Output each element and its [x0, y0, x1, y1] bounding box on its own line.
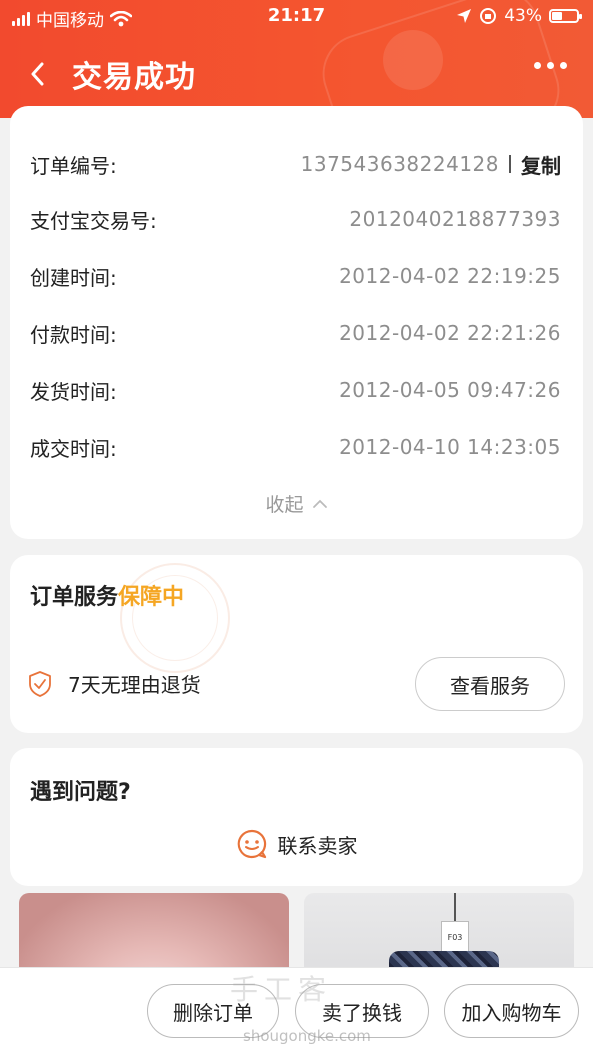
battery-fill [552, 12, 563, 20]
detail-row-order-number: 订单编号: 137543638224128 复制 [30, 149, 561, 179]
chevron-up-icon [312, 499, 327, 508]
detail-row-created: 创建时间: 2012-04-02 22:19:25 [30, 261, 561, 291]
delete-order-button[interactable]: 删除订单 [147, 984, 279, 1038]
detail-value: 2012-04-02 22:19:25 [339, 264, 561, 288]
chevron-left-icon [31, 62, 44, 86]
order-detail-card: 订单编号: 137543638224128 复制 支付宝交易号: 2012040… [10, 106, 583, 539]
product-tag: F03 [441, 921, 469, 953]
detail-row-completed: 成交时间: 2012-04-10 14:23:05 [30, 432, 561, 462]
detail-label: 支付宝交易号: [30, 208, 157, 233]
contact-seller-button[interactable]: 联系卖家 [10, 828, 583, 860]
hanger-wire [454, 893, 456, 923]
page-title: 交易成功 [72, 60, 196, 95]
battery-icon [549, 9, 582, 23]
order-number-group: 137543638224128 复制 [301, 150, 561, 179]
more-button[interactable] [534, 62, 567, 69]
rotation-lock-icon [480, 8, 497, 24]
detail-row-shipped: 发货时间: 2012-04-05 09:47:26 [30, 375, 561, 405]
collapse-label: 收起 [265, 494, 304, 516]
detail-label: 创建时间: [30, 265, 117, 290]
service-title: 订单服务保障中 [30, 579, 184, 611]
service-item-return: 7天无理由退货 [28, 669, 201, 698]
back-button[interactable] [22, 54, 52, 94]
bottom-action-bar: 删除订单 卖了换钱 加入购物车 [0, 967, 593, 1056]
detail-value: 2012-04-05 09:47:26 [339, 378, 561, 402]
copy-button[interactable]: 复制 [521, 150, 561, 179]
detail-label: 发货时间: [30, 379, 117, 404]
detail-label: 付款时间: [30, 322, 117, 347]
detail-label: 成交时间: [30, 436, 117, 461]
service-title-text: 订单服务 [30, 585, 119, 610]
shield-check-icon [29, 670, 51, 697]
sell-item-button[interactable]: 卖了换钱 [295, 984, 429, 1038]
detail-row-alipay-number: 支付宝交易号: 2012040218877393 [30, 204, 561, 234]
help-title: 遇到问题? [30, 780, 131, 805]
header: 中国移动 21:17 43% 交易成功 [0, 0, 593, 118]
copy-separator [509, 155, 511, 173]
detail-value: 137543638224128 [300, 152, 499, 176]
order-service-card: 订单服务保障中 7天无理由退货 查看服务 [10, 555, 583, 733]
detail-value: 2012040218877393 [349, 207, 561, 231]
battery-percent: 43% [504, 6, 542, 26]
chat-smile-icon [237, 829, 266, 859]
detail-value: 2012-04-02 22:21:26 [339, 321, 561, 345]
location-arrow-icon [457, 9, 472, 23]
service-status-highlight: 保障中 [118, 585, 185, 610]
detail-row-paid: 付款时间: 2012-04-02 22:21:26 [30, 318, 561, 348]
status-right: 43% [456, 6, 582, 26]
detail-value: 2012-04-10 14:23:05 [339, 435, 561, 459]
nav-bar: 交易成功 [0, 40, 593, 108]
status-bar: 中国移动 21:17 43% [0, 0, 593, 34]
collapse-button[interactable]: 收起 [10, 490, 583, 517]
detail-label: 订单编号: [30, 153, 117, 178]
help-card: 遇到问题? 联系卖家 [10, 748, 583, 886]
service-item-label: 7天无理由退货 [68, 673, 201, 697]
view-service-button[interactable]: 查看服务 [415, 657, 565, 711]
contact-seller-label: 联系卖家 [277, 833, 358, 858]
add-to-cart-button[interactable]: 加入购物车 [444, 984, 579, 1038]
more-dots-icon [534, 62, 541, 69]
